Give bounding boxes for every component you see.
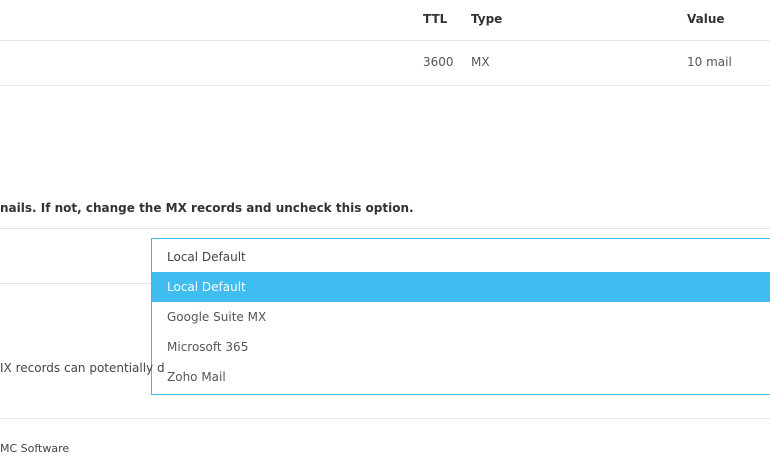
table-header-divider — [0, 40, 770, 41]
footer-text: MC Software — [0, 442, 70, 455]
mx-option-note: nails. If not, change the MX records and… — [0, 201, 414, 215]
table-row-divider — [0, 85, 770, 86]
section-divider — [0, 228, 770, 229]
option-google-suite-mx[interactable]: Google Suite MX — [152, 302, 770, 332]
mx-provider-select[interactable]: Local Default — [151, 238, 770, 272]
row-divider — [0, 283, 151, 284]
column-header-value: Value — [687, 12, 725, 26]
column-header-ttl: TTL — [423, 12, 448, 26]
option-zoho-mail[interactable]: Zoho Mail — [152, 362, 770, 392]
column-header-type: Type — [471, 12, 503, 26]
cell-ttl: 3600 — [423, 55, 454, 69]
cell-value: 10 mail — [687, 55, 732, 69]
mx-warning-text: IX records can potentially d — [0, 361, 165, 375]
footer-divider — [0, 418, 770, 419]
select-current-value: Local Default — [167, 250, 246, 264]
mx-provider-dropdown: Local Default Google Suite MX Microsoft … — [151, 272, 770, 395]
option-microsoft-365[interactable]: Microsoft 365 — [152, 332, 770, 362]
option-local-default[interactable]: Local Default — [152, 272, 770, 302]
cell-type: MX — [471, 55, 490, 69]
